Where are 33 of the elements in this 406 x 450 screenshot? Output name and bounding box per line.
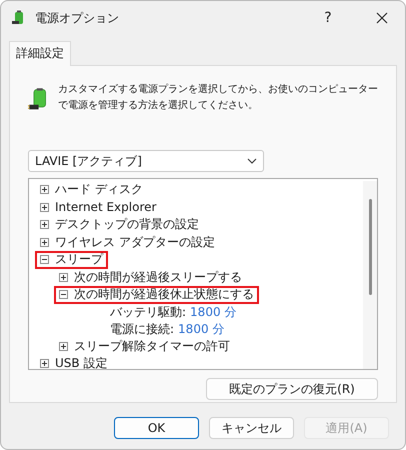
- setting-value-link[interactable]: 1800 分: [190, 304, 236, 320]
- tree-item[interactable]: ワイヤレス アダプターの設定: [55, 234, 215, 251]
- window-title: 電源オプション: [35, 10, 120, 26]
- description-text: カスタマイズする電源プランを選択してから、お使いのコンピューター で電源を管理する方法を選択してください。: [58, 82, 378, 113]
- dialog-button[interactable]: OK: [114, 417, 199, 439]
- tree-item[interactable]: 次の時間が経過後休止状態にする: [74, 286, 254, 304]
- expander-box[interactable]: [40, 238, 49, 247]
- tree-item[interactable]: スリープ解除タイマーの許可: [74, 338, 230, 355]
- expander-box[interactable]: [40, 220, 49, 230]
- restore-defaults-button[interactable]: 既定のプランの復元(R): [206, 378, 378, 400]
- tab[interactable]: 詳細設定: [9, 41, 71, 66]
- help-button[interactable]: ?: [305, 2, 351, 34]
- setting-value-link[interactable]: 1800 分: [178, 320, 224, 338]
- tree-item[interactable]: ハード ディスク: [55, 181, 143, 198]
- setting-label: 電源に接続:: [110, 320, 174, 338]
- tree-item[interactable]: スリープ: [55, 251, 103, 268]
- expander-box[interactable]: [40, 202, 49, 212]
- dialog-button[interactable]: キャンセル: [209, 417, 294, 439]
- chevron-down-icon: [247, 158, 257, 164]
- plan-dropdown[interactable]: LAVIE [アクティブ]: [28, 150, 264, 172]
- close-icon: [376, 12, 388, 24]
- expander-box[interactable]: [59, 290, 68, 300]
- tree-item[interactable]: USB 設定: [55, 355, 108, 369]
- expander-box[interactable]: [40, 255, 49, 264]
- expander-box[interactable]: [59, 272, 68, 282]
- setting-label: バッテリ駆動:: [110, 304, 186, 320]
- tree-item[interactable]: Internet Explorer: [55, 200, 156, 214]
- scrollbar[interactable]: [363, 181, 377, 369]
- expander-box[interactable]: [59, 342, 68, 351]
- expander-box[interactable]: [40, 185, 49, 194]
- tree-item[interactable]: 次の時間が経過後スリープする: [74, 268, 242, 286]
- tree-item[interactable]: デスクトップの背景の設定: [55, 216, 199, 234]
- expander-box[interactable]: [40, 359, 49, 368]
